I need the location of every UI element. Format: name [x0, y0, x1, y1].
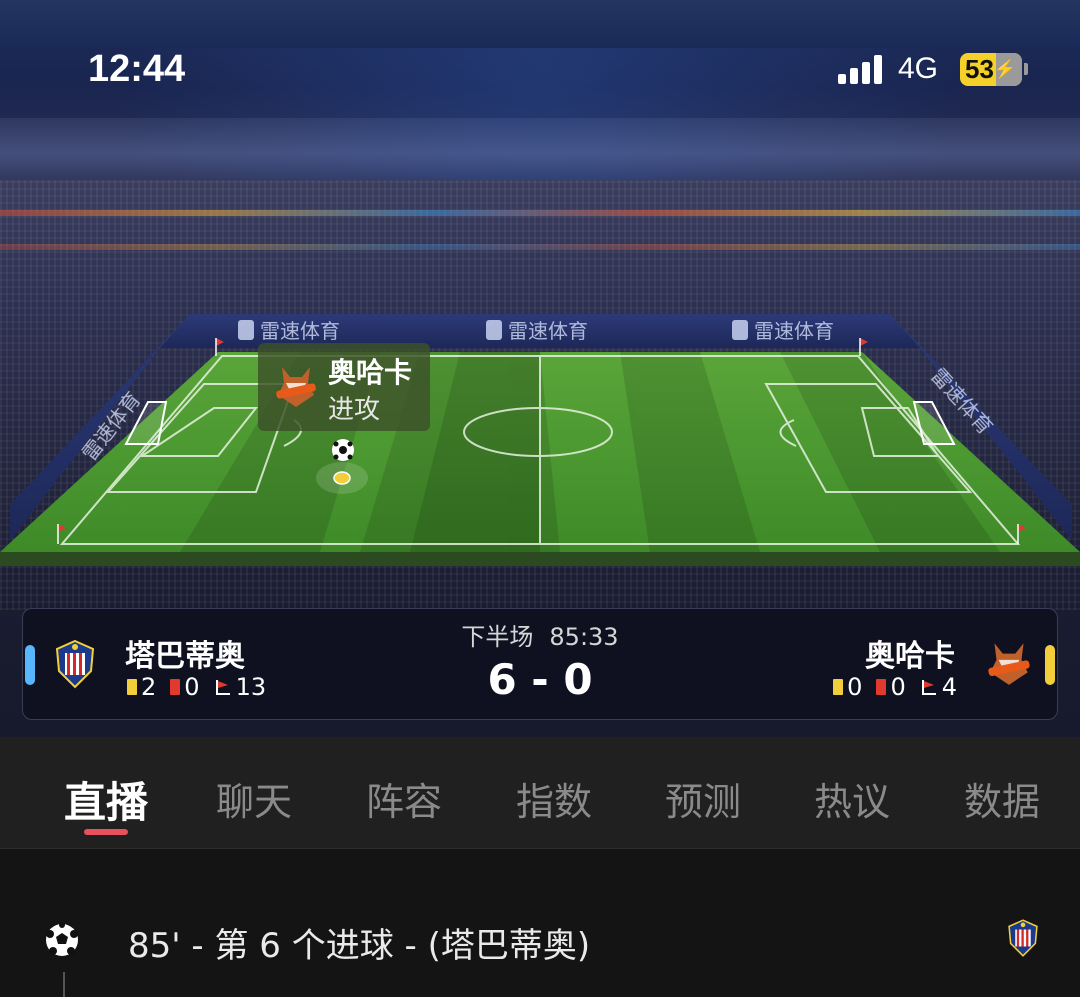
stand-tier-line — [0, 244, 1080, 250]
status-time: 12:44 — [88, 48, 186, 90]
ball-marker-icon — [332, 439, 354, 461]
away-team-stats: 0 0 4 — [819, 673, 957, 701]
status-bar: 12:44 4G 53 ⚡ — [0, 40, 1080, 100]
home-team-badge-icon — [1008, 919, 1038, 957]
match-clock: 85:33 — [549, 623, 619, 651]
sponsor-board-text: 雷速体育 — [508, 319, 588, 343]
battery-level: 53 — [965, 54, 994, 84]
corner-flag-icon — [921, 680, 936, 695]
live-event-list: 85' - 第 6 个进球 - (塔巴蒂奥) — [0, 850, 1080, 997]
tab-stats[interactable]: 数据 — [942, 771, 1062, 826]
battery-cap — [1024, 63, 1028, 75]
yellow-card-icon — [833, 679, 844, 695]
battery-icon: 53 ⚡ — [960, 53, 1022, 86]
tab-lineup[interactable]: 阵容 — [344, 771, 464, 826]
stand-tier-line — [0, 210, 1080, 216]
match-tabs: 直播 聊天 阵容 指数 预测 热议 数据 — [0, 737, 1080, 849]
period-label: 下半场 — [461, 623, 534, 651]
tab-discussion[interactable]: 热议 — [792, 771, 912, 826]
popup-team-name: 奥哈卡 — [328, 356, 413, 389]
event-text: 85' - 第 6 个进球 - (塔巴蒂奥) — [128, 926, 591, 966]
away-color-pill — [1045, 645, 1055, 685]
live-pitch-panel: 雷速体育 雷速体育 雷速体育 雷速体育 雷速体育 奥哈卡 进攻 12:44 4G… — [0, 0, 1080, 737]
popup-action: 进攻 — [328, 395, 381, 425]
signal-icon — [838, 54, 886, 84]
away-yellow-cards: 0 — [847, 673, 863, 701]
red-card-icon — [876, 679, 887, 695]
tab-odds[interactable]: 指数 — [494, 771, 614, 826]
away-team-name: 奥哈卡 — [865, 639, 955, 674]
tab-chat[interactable]: 聊天 — [194, 771, 314, 826]
pitch-graphic: 雷速体育 雷速体育 雷速体育 雷速体育 雷速体育 — [0, 314, 1080, 566]
soccer-ball-icon — [46, 922, 78, 956]
tab-prediction[interactable]: 预测 — [643, 771, 763, 826]
sponsor-board-text: 雷速体育 — [754, 319, 834, 343]
away-red-cards: 0 — [890, 673, 906, 701]
tab-live[interactable]: 直播 — [46, 769, 166, 830]
away-team-badge-icon — [988, 643, 1030, 685]
away-team-logo-icon — [276, 367, 316, 407]
sponsor-board-text: 雷速体育 — [260, 319, 340, 343]
active-tab-indicator — [84, 829, 128, 835]
attack-popup: 奥哈卡 进攻 — [258, 343, 430, 431]
scoreboard[interactable]: 塔巴蒂奥 2 0 13 下半场 85:33 6 - 0 奥哈卡 0 0 4 — [22, 608, 1058, 720]
stadium-lights — [0, 118, 1080, 188]
away-corners: 4 — [941, 673, 957, 701]
network-type: 4G — [898, 52, 939, 85]
timeline-line — [63, 972, 65, 997]
event-row[interactable]: 85' - 第 6 个进球 - (塔巴蒂奥) — [0, 910, 1080, 970]
